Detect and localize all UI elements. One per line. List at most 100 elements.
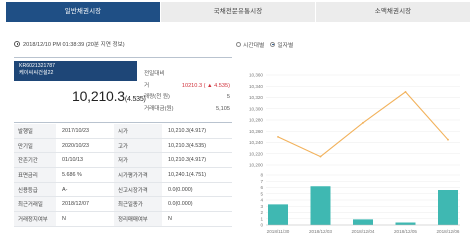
- current-price-value: 10,210.3: [72, 88, 125, 104]
- detail-value: 10,210.3(4.917): [168, 157, 207, 164]
- detail-key: 최근일종가: [114, 197, 162, 212]
- bond-info-panel: KR6021321787 케이씨씨건설22 10,210.3(4.535) 전일…: [14, 57, 232, 227]
- bar-y-tick-label: 0: [260, 223, 263, 228]
- market-tabs: 일반채권시장 국채전문유통시장 소액채권시장: [6, 2, 470, 22]
- x-tick-label: 2018/12/04: [352, 229, 375, 234]
- summary-row: 거래대금(원) 5,105: [144, 104, 230, 116]
- line-y-tick-label: 10,240: [249, 140, 263, 145]
- bar-y-tick-label: 4: [260, 198, 263, 203]
- price-point: [404, 90, 407, 93]
- summary-key: 거래대금(원): [144, 105, 174, 112]
- chart-area: 10,360 10,340 10,320 10,300 10,280 10,260 10,2…: [240, 57, 468, 248]
- tab-general-bond[interactable]: 일반채권시장: [6, 2, 160, 22]
- detail-value: 0.0(0.000): [168, 186, 193, 193]
- detail-value: 2017/10/23: [62, 127, 89, 134]
- detail-key: 잔존기간: [14, 153, 56, 168]
- volume-bar: [395, 222, 416, 225]
- tab-treasury-market[interactable]: 국채전문유통시장: [160, 2, 315, 22]
- detail-key: 정리매매여부: [114, 212, 162, 226]
- detail-value: 2020/10/23: [62, 142, 89, 149]
- detail-key: 시가: [114, 124, 162, 138]
- line-y-tick-label: 10,220: [249, 151, 263, 156]
- detail-row: 만기일 2020/10/23 고가 10,210.3(4.535): [14, 138, 232, 154]
- x-tick-label: 2018/12/05: [394, 229, 417, 234]
- bond-summary-box: KR6021321787 케이씨씨건설22 10,210.3(4.535) 전일…: [14, 57, 232, 123]
- price-volume-charts: 10,360 10,340 10,320 10,300 10,280 10,260 10,2…: [249, 73, 460, 234]
- detail-key: 신고시장가격: [114, 182, 162, 197]
- detail-value: A-: [62, 186, 68, 193]
- detail-row: 거래정지여부 N 정리매매여부 N: [14, 212, 232, 227]
- bar-y-tick-label: 6: [260, 185, 263, 190]
- detail-value: 2018/12/07: [62, 201, 89, 208]
- summary-value: 5,105: [216, 105, 230, 112]
- detail-value: 0.0(0.000): [168, 201, 193, 208]
- summary-change-value: 10210.3 ( ▲ 4.535): [181, 82, 230, 89]
- summary-row: 래량(천 원) 5: [144, 92, 230, 104]
- radio-hourly-label: 시간대별: [243, 43, 265, 49]
- detail-row: 발행일 2017/10/23 시가 10,210.3(4.917): [14, 124, 232, 139]
- price-point: [319, 155, 322, 158]
- update-time-text: 2018/12/10 PM 01:38:39 (20분 지연 정보): [23, 42, 125, 48]
- summary-key: 전일대비: [144, 71, 165, 77]
- detail-key: 고가: [114, 138, 162, 153]
- x-tick-label: 2018/11/30: [267, 229, 290, 234]
- detail-key: 표면금리: [14, 168, 56, 182]
- line-y-tick-label: 10,320: [249, 95, 263, 100]
- price-line-series: [277, 91, 449, 158]
- line-y-tick-label: 10,280: [249, 118, 263, 123]
- trade-summary: 전일대비 거 10210.3 ( ▲ 4.535) 래량(천 원) 5 거래대금…: [144, 69, 230, 115]
- bond-code: KR6021321787: [19, 63, 56, 69]
- volume-bar: [438, 190, 458, 225]
- summary-key: 래량(천 원): [144, 94, 170, 100]
- price-point: [277, 135, 279, 138]
- volume-bar: [268, 204, 288, 225]
- detail-value: 10,240.1(4.751): [168, 171, 207, 178]
- detail-key: 시가평가가격: [114, 168, 162, 182]
- detail-row: 표면금리 5.686 % 시가평가가격 10,240.1(4.751): [14, 168, 232, 183]
- bar-y-tick-label: 5: [260, 191, 263, 196]
- bar-y-tick-label: 8: [260, 173, 263, 178]
- bond-name: 케이씨씨건설22: [19, 70, 54, 76]
- detail-value: 10,210.3(4.535): [168, 142, 207, 149]
- volume-bar: [310, 186, 331, 225]
- summary-row: 거 10210.3 ( ▲ 4.535): [144, 81, 230, 93]
- summary-row: 전일대비: [144, 69, 230, 81]
- detail-row: 잔존기간 01/10/13 저가 10,210.3(4.917): [14, 153, 232, 169]
- bond-detail-table: 발행일 2017/10/23 시가 10,210.3(4.917) 만기일 2020/10…: [14, 124, 232, 227]
- current-price: 10,210.3(4.535): [72, 88, 146, 104]
- clock-icon: [14, 41, 20, 47]
- detail-value: 01/10/13: [62, 157, 83, 164]
- tab-small-bond[interactable]: 소액채권시장: [315, 2, 470, 22]
- detail-key: 발행일: [14, 124, 56, 138]
- detail-key: 거래정지여부: [14, 212, 56, 226]
- radio-daily[interactable]: 일자별: [270, 40, 293, 49]
- bond-id-box: KR6021321787 케이씨씨건설22: [14, 61, 137, 81]
- current-yield: (4.535): [124, 96, 146, 103]
- update-info: 2018/12/10 PM 01:38:39 (20분 지연 정보): [14, 40, 125, 48]
- x-tick-label: 2018/12/03: [309, 229, 332, 234]
- bar-y-tick-label: 7: [260, 179, 263, 184]
- x-tick-label: 2018/12/06: [437, 229, 460, 234]
- line-y-tick-label: 10,340: [249, 84, 263, 89]
- detail-row: 최근거래일 2018/12/07 최근일종가 0.0(0.000): [14, 197, 232, 213]
- line-y-tick-label: 10,200: [249, 163, 263, 168]
- radio-hourly-icon[interactable]: [236, 42, 241, 47]
- chart-mode-radio: 시간대별 일자별: [236, 40, 293, 49]
- volume-bar: [353, 219, 373, 225]
- summary-key: 거: [144, 82, 150, 89]
- price-point: [362, 121, 364, 124]
- price-point: [447, 138, 449, 141]
- line-y-tick-label: 10,260: [249, 129, 263, 134]
- bar-y-tick-label: 1: [260, 216, 263, 221]
- line-y-tick-label: 10,360: [249, 73, 263, 78]
- detail-key: 최근거래일: [14, 197, 56, 212]
- line-y-tick-label: 10,300: [249, 106, 263, 111]
- bar-y-tick-label: 3: [260, 204, 263, 209]
- detail-value: 5.686 %: [62, 171, 82, 178]
- radio-hourly[interactable]: 시간대별: [236, 40, 264, 49]
- summary-value: 5: [226, 94, 230, 100]
- radio-daily-icon[interactable]: [270, 42, 276, 47]
- detail-value: N: [168, 215, 172, 222]
- detail-key: 신용등급: [14, 182, 56, 197]
- detail-value: N: [62, 215, 66, 222]
